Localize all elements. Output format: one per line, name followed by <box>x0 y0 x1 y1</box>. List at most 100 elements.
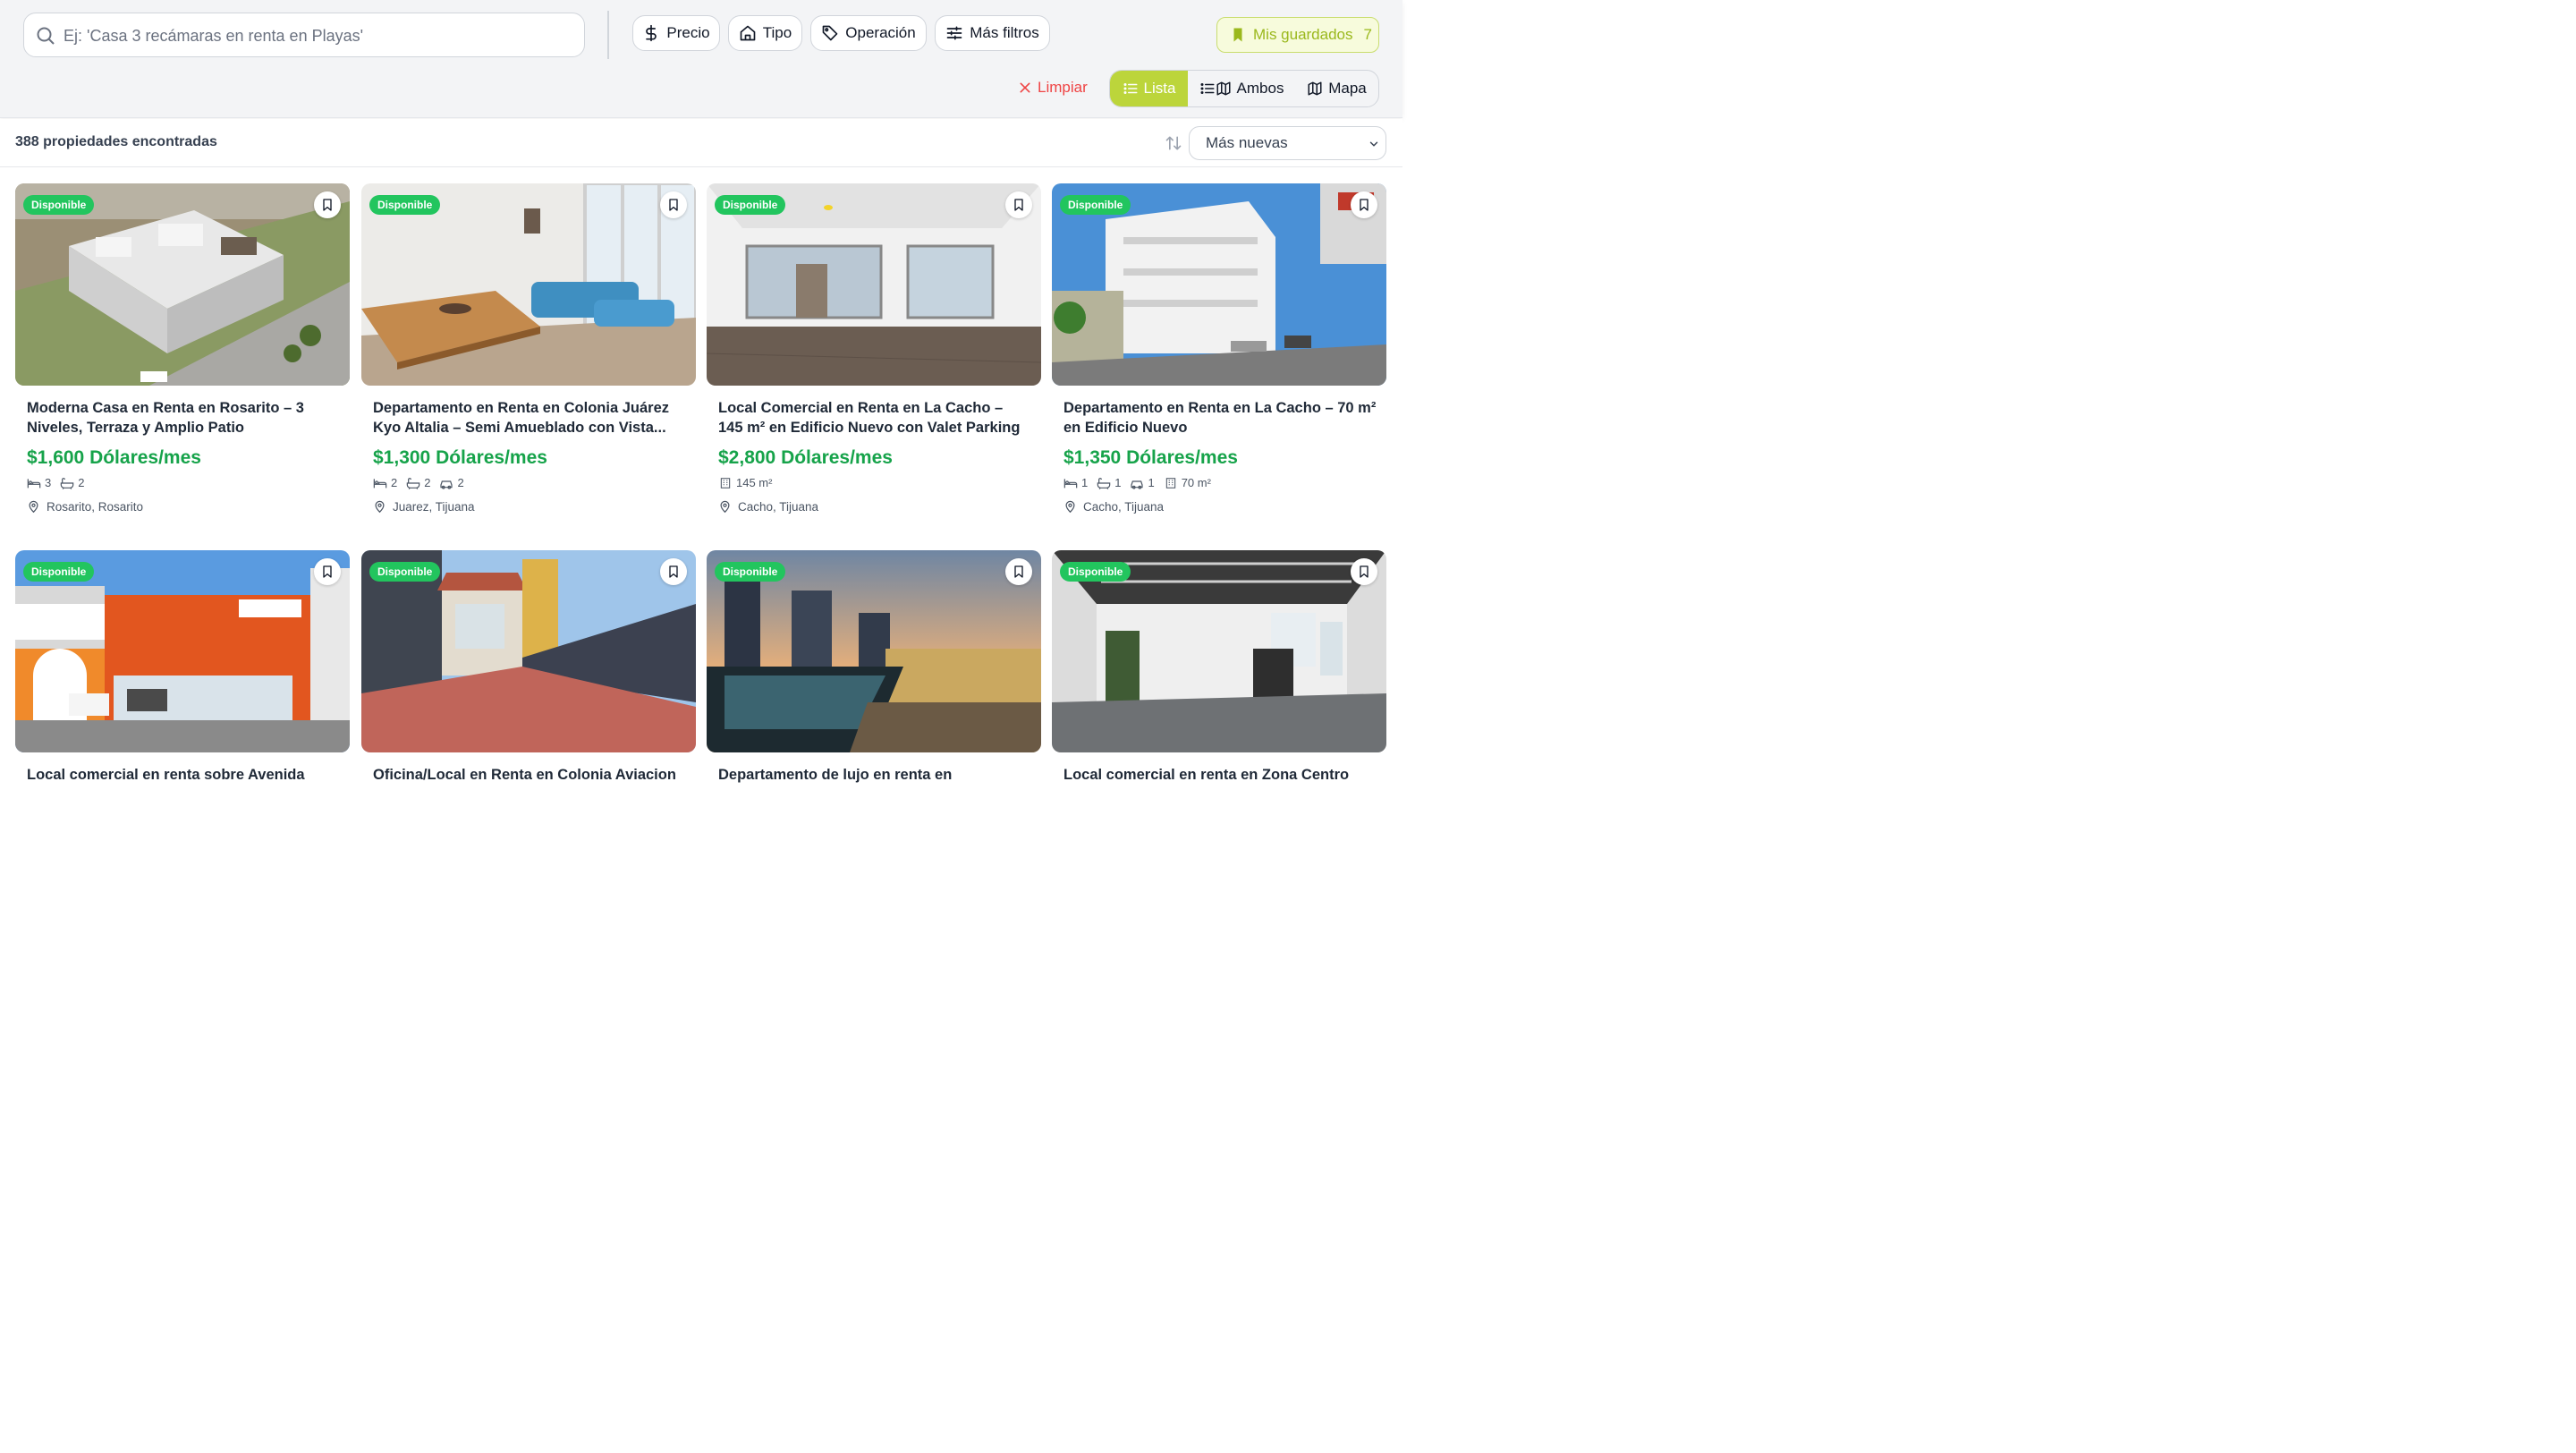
listing-features: 1 1 1 70 m² <box>1063 476 1211 489</box>
search-icon <box>37 27 55 45</box>
availability-badge: Disponible <box>715 562 786 582</box>
listing-photo[interactable]: Disponible <box>707 183 1041 386</box>
map-pin-icon <box>375 500 385 514</box>
listing-card[interactable]: Disponible Oficina/Local en Renta en Col… <box>361 550 696 908</box>
top-header: Precio Tipo Operación Más filtros Mis gu… <box>0 0 1402 118</box>
bathrooms: 2 <box>60 476 84 489</box>
parking: 2 <box>439 476 464 489</box>
listing-title[interactable]: Moderna Casa en Renta en Rosarito – 3 Ni… <box>27 398 340 438</box>
listing-location: Cacho, Tijuana <box>1063 499 1164 514</box>
listing-price: $1,300 Dólares/mes <box>373 447 547 468</box>
area-value: 145 m² <box>736 476 773 489</box>
listing-card[interactable]: Disponible Departamento de lujo en renta… <box>707 550 1041 908</box>
listing-photo[interactable]: Disponible <box>15 550 350 752</box>
map-icon <box>1308 81 1322 96</box>
bathrooms: 2 <box>406 476 430 489</box>
location-text: Cacho, Tijuana <box>738 499 819 514</box>
area: 70 m² <box>1164 476 1211 489</box>
bookmark-icon <box>1014 199 1023 211</box>
sort-select[interactable]: Más nuevas <box>1189 126 1386 160</box>
more-filters-label: Más filtros <box>970 24 1039 41</box>
operation-filter-label: Operación <box>845 24 916 41</box>
save-listing-button[interactable] <box>660 558 687 585</box>
view-list-label: Lista <box>1143 80 1176 97</box>
save-listing-button[interactable] <box>1351 191 1377 218</box>
listing-features: 3 2 <box>27 476 84 489</box>
save-listing-button[interactable] <box>314 191 341 218</box>
listing-title[interactable]: Local comercial en renta en Zona Centro <box>1063 765 1377 785</box>
bed-icon <box>1063 478 1078 488</box>
bedrooms-value: 1 <box>1081 476 1089 489</box>
view-list-button[interactable]: Lista <box>1110 71 1188 106</box>
bookmark-icon <box>669 565 678 578</box>
bedrooms-value: 2 <box>391 476 398 489</box>
saved-label: Mis guardados <box>1253 26 1353 43</box>
bath-icon <box>1097 477 1111 489</box>
view-map-button[interactable]: Mapa <box>1295 71 1378 106</box>
bookmark-icon <box>1014 565 1023 578</box>
listing-features: 145 m² <box>718 476 772 489</box>
results-bar: 388 propiedades encontradas Más nuevas <box>0 119 1402 167</box>
price-filter-button[interactable]: Precio <box>632 15 720 51</box>
save-listing-button[interactable] <box>314 558 341 585</box>
more-filters-button[interactable]: Más filtros <box>935 15 1050 51</box>
view-both-button[interactable]: Ambos <box>1188 71 1295 106</box>
location-text: Cacho, Tijuana <box>1083 499 1165 514</box>
save-listing-button[interactable] <box>1005 191 1032 218</box>
availability-badge: Disponible <box>369 195 441 215</box>
listing-photo[interactable]: Disponible <box>1052 183 1386 386</box>
sort-icon <box>1165 136 1182 150</box>
bed-icon <box>27 478 41 488</box>
bathrooms-value: 2 <box>424 476 431 489</box>
listing-card[interactable]: Disponible Moderna Casa en Renta en Rosa… <box>15 183 350 541</box>
type-filter-button[interactable]: Tipo <box>728 15 802 51</box>
bedrooms: 1 <box>1063 476 1088 489</box>
listing-location: Juarez, Tijuana <box>373 499 475 514</box>
location-text: Rosarito, Rosarito <box>47 499 144 514</box>
listing-photo[interactable]: Disponible <box>361 550 696 752</box>
listing-photo[interactable]: Disponible <box>707 550 1041 752</box>
listing-title[interactable]: Departamento de lujo en renta en <box>718 765 1031 785</box>
header-divider <box>607 11 609 59</box>
save-listing-button[interactable] <box>660 191 687 218</box>
dollar-icon <box>646 24 657 42</box>
listing-title[interactable]: Local comercial en renta sobre Avenida <box>27 765 340 785</box>
listing-card[interactable]: Disponible Departamento en Renta en La C… <box>1052 183 1386 541</box>
chevron-down-icon <box>1369 141 1378 147</box>
clear-label: Limpiar <box>1038 79 1088 96</box>
listing-card[interactable]: Disponible Local comercial en renta sobr… <box>15 550 350 908</box>
bed-icon <box>373 478 387 488</box>
clear-filters-button[interactable]: Limpiar <box>1018 79 1088 97</box>
availability-badge: Disponible <box>369 562 441 582</box>
availability-badge: Disponible <box>1060 195 1131 215</box>
map-pin-icon <box>1065 500 1075 514</box>
search-box[interactable] <box>23 13 585 57</box>
bathrooms-value: 1 <box>1114 476 1122 489</box>
listing-photo[interactable]: Disponible <box>361 183 696 386</box>
save-listing-button[interactable] <box>1005 558 1032 585</box>
listing-card[interactable]: Disponible Local comercial en renta en Z… <box>1052 550 1386 908</box>
listing-title[interactable]: Departamento en Renta en La Cacho – 70 m… <box>1063 398 1377 438</box>
listing-price: $1,600 Dólares/mes <box>27 447 201 468</box>
listing-title[interactable]: Oficina/Local en Renta en Colonia Aviaci… <box>373 765 686 785</box>
sort-value: Más nuevas <box>1206 134 1288 151</box>
view-both-label: Ambos <box>1236 80 1284 97</box>
listing-card[interactable]: Disponible Local Comercial en Renta en L… <box>707 183 1041 541</box>
listing-title[interactable]: Departamento en Renta en Colonia Juárez … <box>373 398 686 438</box>
operation-filter-button[interactable]: Operación <box>810 15 927 51</box>
bathrooms: 1 <box>1097 476 1121 489</box>
save-listing-button[interactable] <box>1351 558 1377 585</box>
saved-button[interactable]: Mis guardados 7 <box>1216 17 1379 53</box>
area-value: 70 m² <box>1181 476 1211 489</box>
search-input[interactable] <box>64 22 573 49</box>
sliders-icon <box>946 26 962 40</box>
listing-title[interactable]: Local Comercial en Renta en La Cacho – 1… <box>718 398 1031 438</box>
listing-price: $1,350 Dólares/mes <box>1063 447 1238 468</box>
bookmark-icon <box>323 199 332 211</box>
list-icon <box>1123 83 1138 94</box>
listing-card[interactable]: Disponible Departamento en Renta en Colo… <box>361 183 696 541</box>
listing-photo[interactable]: Disponible <box>15 183 350 386</box>
building-icon <box>1165 477 1175 489</box>
map-pin-icon <box>29 500 38 514</box>
listing-photo[interactable]: Disponible <box>1052 550 1386 752</box>
